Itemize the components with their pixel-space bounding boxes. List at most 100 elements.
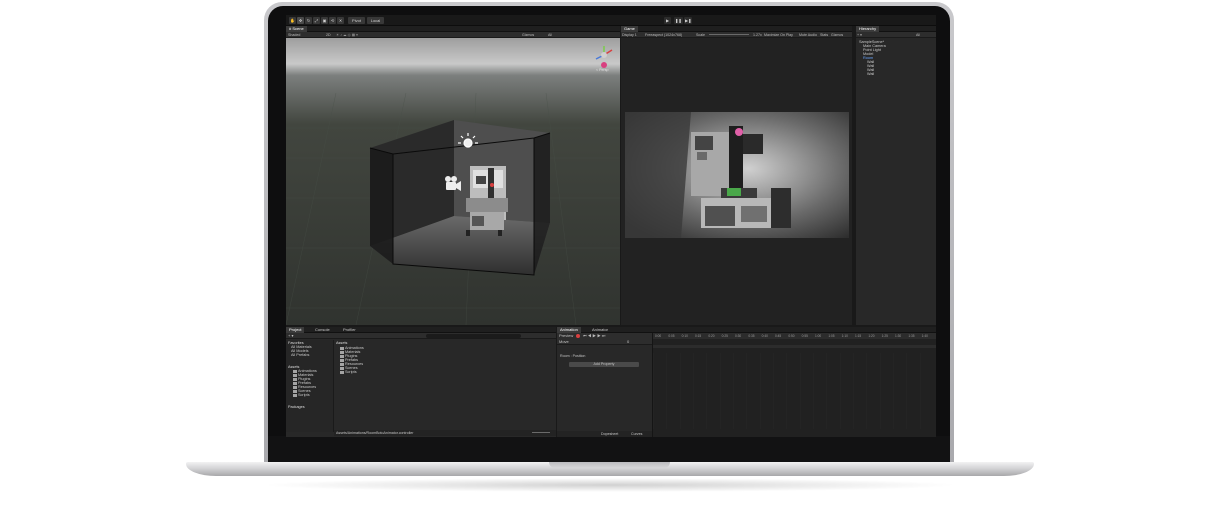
folder-icon bbox=[340, 370, 344, 374]
persp-label[interactable]: < Persp bbox=[596, 68, 609, 73]
unity-editor-screen: ✋ ✥ ↻ ⤢ ▣ ⟲ ✕ Pivot Local ▶ ❚❚ ▶❚ # Scen… bbox=[286, 15, 936, 437]
asset-tree-item[interactable]: Scripts bbox=[293, 393, 310, 398]
ruler-tick-label: 1:05 bbox=[828, 334, 835, 338]
transform-tool-icon[interactable]: ⟲ bbox=[329, 17, 336, 24]
timeline-grid-line bbox=[653, 353, 654, 429]
ruler-tick-label: 1:20 bbox=[868, 334, 875, 338]
ruler-tick-label: 0:05 bbox=[668, 334, 675, 338]
rotate-tool-icon[interactable]: ↻ bbox=[305, 17, 312, 24]
scene-viewport[interactable]: < Persp bbox=[286, 38, 620, 325]
timeline-grid-line bbox=[666, 353, 668, 429]
timeline-ruler[interactable]: 0:00 0:05 0:10 0:15 0:20 0:25 0:30 0:35 0:40 0:45… bbox=[653, 333, 936, 339]
rect-tool-icon[interactable]: ▣ bbox=[321, 17, 328, 24]
ruler-tick-label: 1:30 bbox=[895, 334, 902, 338]
ruler-tick-label: 0:45 bbox=[775, 334, 782, 338]
timeline-grid-line bbox=[719, 353, 721, 429]
step-button[interactable]: ▶❚ bbox=[684, 17, 693, 24]
timeline-grid-line bbox=[786, 353, 788, 429]
game-viewport[interactable] bbox=[621, 38, 852, 325]
scene-3d-room bbox=[286, 46, 620, 325]
project-search-input[interactable] bbox=[426, 334, 521, 338]
ruler-tick-label: 1:25 bbox=[881, 334, 888, 338]
laptop-notch bbox=[549, 462, 670, 468]
selected-asset-path: Assets/Animations/RoomBotoAnimator.contr… bbox=[336, 431, 414, 435]
add-property-button[interactable]: Add Property bbox=[569, 362, 639, 367]
move-tool-icon[interactable]: ✥ bbox=[297, 17, 304, 24]
clip-dropdown[interactable]: Move bbox=[559, 339, 569, 344]
ruler-tick-label: 1:10 bbox=[841, 334, 848, 338]
timeline-grid-line bbox=[813, 353, 814, 429]
timeline-grid-line bbox=[866, 353, 868, 429]
game-render bbox=[625, 112, 849, 238]
timeline-area[interactable]: 0:00 0:05 0:10 0:15 0:20 0:25 0:30 0:35 0:40 0:45… bbox=[652, 333, 936, 437]
timeline-grid-line bbox=[839, 353, 841, 429]
timeline-grid-line bbox=[679, 353, 681, 429]
ruler-tick-label: 0:35 bbox=[748, 334, 755, 338]
ruler-tick-label: 0:55 bbox=[801, 334, 808, 338]
project-panel: Project Console Profiler + ▾ Favorites A… bbox=[286, 327, 556, 437]
project-statusbar: Assets/Animations/RoomBotoAnimator.contr… bbox=[334, 430, 556, 436]
local-toggle[interactable]: Local bbox=[367, 17, 384, 24]
scale-tool-icon[interactable]: ⤢ bbox=[313, 17, 320, 24]
preview-toggle[interactable]: Preview bbox=[559, 333, 573, 338]
scene-panel: # Scene Shaded 2D ☀ ♪ ☁ ◎ ▦ ▾ Gizmos All bbox=[286, 26, 620, 325]
pivot-toggle[interactable]: Pivot bbox=[348, 17, 365, 24]
play-button[interactable]: ▶ bbox=[664, 17, 671, 24]
custom-tool-icon[interactable]: ✕ bbox=[337, 17, 344, 24]
timeline-keyframe-row bbox=[653, 345, 936, 348]
laptop-shadow bbox=[260, 478, 960, 492]
project-file-item[interactable]: Scripts bbox=[340, 370, 357, 375]
timeline-grid-line bbox=[853, 353, 854, 429]
game-panel: Game Display 1 Freeaspect (1024x768) Sca… bbox=[621, 26, 852, 325]
timeline-grid-line bbox=[879, 353, 881, 429]
ruler-tick-label: 0:00 bbox=[655, 334, 662, 338]
project-toolbar: + ▾ bbox=[286, 333, 556, 339]
timeline-grid-line bbox=[799, 353, 801, 429]
icon-size-slider[interactable] bbox=[532, 432, 550, 433]
timeline-grid-line bbox=[759, 353, 761, 429]
ruler-tick-label: 0:50 bbox=[788, 334, 795, 338]
ruler-tick-label: 0:30 bbox=[735, 334, 742, 338]
timeline-grid-line bbox=[893, 353, 894, 429]
main-toolbar: ✋ ✥ ↻ ⤢ ▣ ⟲ ✕ Pivot Local ▶ ❚❚ ▶❚ bbox=[286, 15, 936, 26]
timeline-grid-line bbox=[706, 353, 708, 429]
dopesheet-button[interactable]: Dopesheet bbox=[601, 431, 618, 437]
animation-panel: Animation Animator Preview ⏮ ◀ ▶ ▶ ⏭ Mov… bbox=[557, 327, 936, 437]
project-add-button[interactable]: + ▾ bbox=[288, 333, 293, 338]
laptop-chin bbox=[268, 436, 950, 462]
pause-button[interactable]: ❚❚ bbox=[674, 17, 683, 24]
playback-icons[interactable]: ⏮ ◀ ▶ ▶ ⏭ bbox=[583, 333, 605, 338]
hierarchy-add-button[interactable]: + ▾ bbox=[857, 32, 862, 38]
animation-controls: Preview ⏮ ◀ ▶ ▶ ⏭ Move 0 bbox=[557, 333, 652, 345]
curves-button[interactable]: Curves bbox=[631, 431, 642, 437]
folder-icon bbox=[293, 393, 297, 397]
ruler-tick-label: 0:15 bbox=[695, 334, 702, 338]
hand-tool-icon[interactable]: ✋ bbox=[289, 17, 296, 24]
ruler-tick-label: 1:00 bbox=[815, 334, 822, 338]
timeline-grid-line bbox=[826, 353, 828, 429]
asset-tree-label: Scripts bbox=[298, 393, 310, 397]
ruler-tick-label: 0:40 bbox=[761, 334, 768, 338]
ruler-tick-label: 0:25 bbox=[721, 334, 728, 338]
hierarchy-item[interactable]: Wall bbox=[867, 72, 874, 77]
ruler-tick-label: 1:35 bbox=[908, 334, 915, 338]
scale-slider[interactable] bbox=[709, 34, 749, 35]
orientation-gizmo bbox=[595, 46, 613, 68]
hierarchy-toolbar: + ▾ All bbox=[856, 32, 936, 38]
ruler-tick-label: 0:10 bbox=[681, 334, 688, 338]
hierarchy-search-field[interactable]: All bbox=[916, 32, 920, 38]
ruler-tick-label: 1:15 bbox=[855, 334, 862, 338]
machine-model bbox=[466, 166, 508, 236]
ruler-tick-label: 1:40 bbox=[921, 334, 928, 338]
timeline-grid-line bbox=[733, 353, 734, 429]
hierarchy-panel: Hierarchy + ▾ All SampleScene* Main Camer… bbox=[856, 26, 936, 325]
frame-field[interactable]: 0 bbox=[627, 339, 629, 344]
animated-property-row[interactable]: Room : Position bbox=[560, 354, 585, 359]
packages-label[interactable]: Packages bbox=[288, 405, 305, 410]
record-button[interactable] bbox=[576, 334, 580, 338]
animation-bottom-bar: Dopesheet Curves bbox=[557, 431, 652, 437]
favorite-item[interactable]: All Prefabs bbox=[291, 353, 309, 358]
ruler-tick-label: 0:20 bbox=[708, 334, 715, 338]
timeline-grid-line bbox=[906, 353, 908, 429]
timeline-grid-line bbox=[693, 353, 694, 429]
